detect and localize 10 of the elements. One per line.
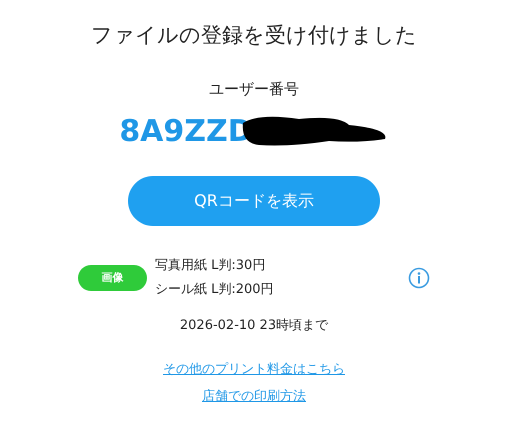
qr-code-button[interactable]: QRコードを表示 bbox=[128, 176, 380, 226]
user-number-label: ユーザー番号 bbox=[209, 78, 299, 100]
info-icon[interactable] bbox=[408, 267, 430, 289]
page-title: ファイルの登録を受け付けました bbox=[91, 22, 417, 49]
deadline-text: 2026-02-10 23時頃まで bbox=[180, 317, 328, 335]
price-text: 写真用紙 L判:30円 bbox=[155, 257, 266, 275]
link[interactable]: その他のプリント料金はこちら bbox=[163, 360, 345, 379]
category-badge: 画像 bbox=[78, 265, 147, 291]
price-text: シール紙 L判:200円 bbox=[155, 281, 275, 299]
link[interactable]: 店舗での印刷方法 bbox=[202, 387, 306, 406]
